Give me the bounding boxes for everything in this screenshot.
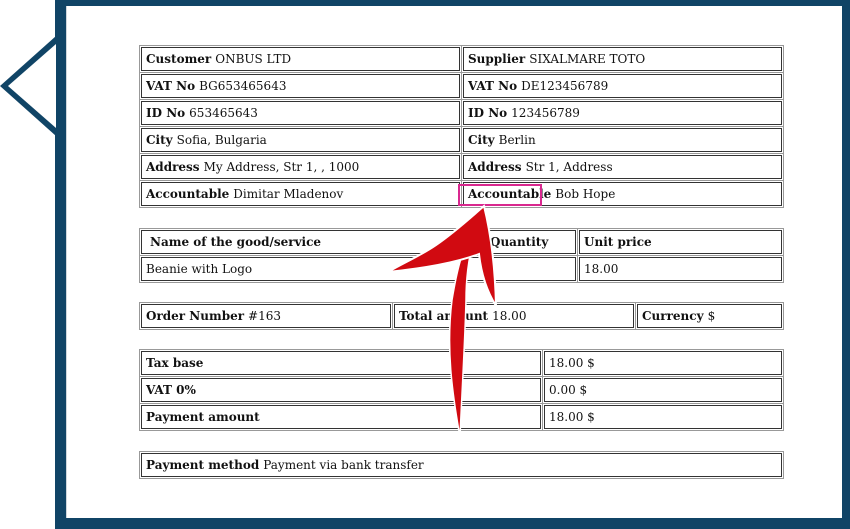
payment-amount-value: 18.00 $: [549, 410, 595, 424]
customer-city-cell: City Sofia, Bulgaria: [139, 126, 462, 154]
total-amount-label: Total amount: [399, 309, 489, 323]
supplier-city-label: City: [468, 133, 495, 147]
supplier-label: Supplier: [468, 52, 526, 66]
goods-header-unit-price-text: Unit price: [584, 235, 652, 249]
payment-amount-label: Payment amount: [146, 410, 260, 424]
customer-vat-value: BG653465643: [199, 79, 287, 93]
customer-address-label: Address: [146, 160, 200, 174]
customer-cell: Customer ONBUS LTD: [139, 45, 462, 73]
goods-row-name: Beanie with Logo: [139, 255, 578, 283]
currency-label: Currency: [642, 309, 704, 323]
supplier-accountable-value: Bob Hope: [555, 187, 616, 201]
order-number-label: Order Number: [146, 309, 245, 323]
supplier-accountable-cell: Accountable Bob Hope: [461, 180, 784, 208]
order-number-cell: Order Number #163: [139, 302, 393, 330]
supplier-accountable-label: Accountable: [468, 187, 552, 201]
goods-header-name: Name of the good/service: [139, 228, 485, 256]
supplier-city-value: Berlin: [498, 133, 536, 147]
tax-base-value-cell: 18.00 $: [542, 349, 784, 377]
supplier-address-label: Address: [468, 160, 522, 174]
customer-address-cell: Address My Address, Str 1, , 1000: [139, 153, 462, 181]
customer-label: Customer: [146, 52, 212, 66]
goods-row-unit-price: 18.00: [577, 255, 784, 283]
order-number-value: #163: [248, 309, 282, 323]
supplier-vat-label: VAT No: [468, 79, 518, 93]
supplier-vat-value: DE123456789: [521, 79, 609, 93]
customer-id-cell: ID No 653465643: [139, 99, 462, 127]
goods-row-name-text: Beanie with Logo: [146, 262, 253, 276]
supplier-address-value: Str 1, Address: [525, 160, 613, 174]
total-amount-cell: Total amount 18.00: [392, 302, 636, 330]
customer-value: ONBUS LTD: [215, 52, 292, 66]
payment-method-value: Payment via bank transfer: [263, 458, 424, 472]
customer-accountable-cell: Accountable Dimitar Mladenov: [139, 180, 462, 208]
supplier-id-cell: ID No 123456789: [461, 99, 784, 127]
supplier-vat-cell: VAT No DE123456789: [461, 72, 784, 100]
supplier-cell: Supplier SIXALMARE TOTO: [461, 45, 784, 73]
goods-header-name-text: Name of the good/service: [150, 235, 322, 249]
goods-row-unit-price-text: 18.00: [584, 262, 619, 276]
supplier-city-cell: City Berlin: [461, 126, 784, 154]
vat-label: VAT 0%: [146, 383, 196, 397]
currency-cell: Currency $: [635, 302, 784, 330]
payment-amount-label-cell: Payment amount: [139, 403, 543, 431]
goods-header-quantity-text: Quantity: [490, 235, 549, 249]
supplier-value: SIXALMARE TOTO: [529, 52, 646, 66]
customer-vat-cell: VAT No BG653465643: [139, 72, 462, 100]
customer-accountable-value: Dimitar Mladenov: [233, 187, 344, 201]
customer-id-value: 653465643: [189, 106, 258, 120]
goods-header-quantity: Quantity: [483, 228, 578, 256]
goods-header-unit-price: Unit price: [577, 228, 784, 256]
tax-base-label-cell: Tax base: [139, 349, 543, 377]
customer-address-value: My Address, Str 1, , 1000: [203, 160, 360, 174]
vat-value: 0.00 $: [549, 383, 588, 397]
payment-method-cell: Payment method Payment via bank transfer: [139, 451, 784, 479]
customer-city-value: Sofia, Bulgaria: [176, 133, 267, 147]
customer-vat-label: VAT No: [146, 79, 196, 93]
tax-base-label: Tax base: [146, 356, 204, 370]
customer-city-label: City: [146, 133, 173, 147]
back-pointer-shape: [0, 36, 56, 136]
supplier-id-label: ID No: [468, 106, 508, 120]
customer-accountable-label: Accountable: [146, 187, 230, 201]
payment-method-label: Payment method: [146, 458, 260, 472]
total-amount-value: 18.00: [492, 309, 527, 323]
supplier-address-cell: Address Str 1, Address: [461, 153, 784, 181]
vat-value-cell: 0.00 $: [542, 376, 784, 404]
customer-id-label: ID No: [146, 106, 186, 120]
supplier-id-value: 123456789: [511, 106, 580, 120]
vat-label-cell: VAT 0%: [139, 376, 543, 404]
tax-base-value: 18.00 $: [549, 356, 595, 370]
payment-amount-value-cell: 18.00 $: [542, 403, 784, 431]
currency-value: $: [707, 309, 716, 323]
